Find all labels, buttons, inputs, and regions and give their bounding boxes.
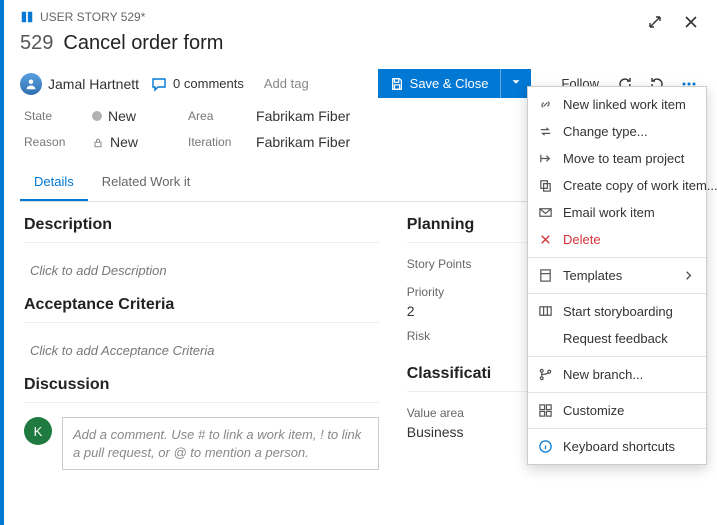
link-icon [538, 97, 553, 112]
reason-field[interactable]: New [92, 134, 138, 150]
state-field[interactable]: New [92, 108, 136, 124]
chevron-down-icon [509, 75, 523, 89]
current-user-avatar: K [24, 417, 52, 445]
work-item-id: 529 [20, 32, 53, 55]
avatar [20, 73, 42, 95]
delete-icon [538, 232, 553, 247]
move-icon [538, 151, 553, 166]
menu-change-type[interactable]: Change type... [528, 118, 706, 145]
menu-move[interactable]: Move to team project [528, 145, 706, 172]
menu-delete[interactable]: Delete [528, 226, 706, 253]
iteration-field[interactable]: Fabrikam Fiber [256, 134, 350, 150]
lock-icon [92, 137, 104, 149]
menu-customize[interactable]: Customize [528, 397, 706, 424]
restore-icon[interactable] [643, 10, 667, 34]
add-tag-button[interactable]: Add tag [256, 72, 317, 95]
description-heading: Description [24, 216, 379, 234]
menu-templates[interactable]: Templates [528, 262, 706, 289]
discussion-heading: Discussion [24, 376, 379, 394]
actions-menu: New linked work item Change type... Move… [527, 86, 707, 465]
save-icon [390, 77, 404, 91]
discussion-input[interactable]: Add a comment. Use # to link a work item… [62, 417, 379, 470]
work-item-type: USER STORY 529* [20, 10, 701, 24]
chevron-right-icon [681, 268, 696, 283]
info-icon [538, 439, 553, 454]
work-item-title[interactable]: Cancel order form [63, 32, 223, 55]
comment-icon [151, 76, 167, 92]
area-field[interactable]: Fabrikam Fiber [256, 108, 350, 124]
assigned-to[interactable]: Jamal Hartnett [20, 73, 139, 95]
branch-icon [538, 367, 553, 382]
menu-copy[interactable]: Create copy of work item... [528, 172, 706, 199]
board-icon [538, 304, 553, 319]
assignee-name: Jamal Hartnett [48, 76, 139, 92]
menu-storyboard[interactable]: Start storyboarding [528, 298, 706, 325]
acceptance-field[interactable]: Click to add Acceptance Criteria [24, 337, 379, 376]
template-icon [538, 268, 553, 283]
acceptance-heading: Acceptance Criteria [24, 296, 379, 314]
tab-related[interactable]: Related Work it [88, 164, 205, 201]
type-label: USER STORY 529* [40, 10, 145, 24]
menu-new-linked[interactable]: New linked work item [528, 91, 706, 118]
menu-shortcuts[interactable]: Keyboard shortcuts [528, 433, 706, 460]
book-icon [20, 10, 34, 24]
copy-icon [538, 178, 553, 193]
state-label: State [24, 109, 74, 123]
close-icon[interactable] [679, 10, 703, 34]
state-dot-icon [92, 111, 102, 121]
reason-label: Reason [24, 135, 74, 149]
swap-icon [538, 124, 553, 139]
iteration-label: Iteration [188, 135, 238, 149]
grid-icon [538, 403, 553, 418]
save-button[interactable]: Save & Close [378, 69, 501, 98]
area-label: Area [188, 109, 238, 123]
mail-icon [538, 205, 553, 220]
tab-details[interactable]: Details [20, 164, 88, 201]
description-field[interactable]: Click to add Description [24, 257, 379, 296]
save-label: Save & Close [410, 76, 489, 91]
comments-button[interactable]: 0 comments [151, 76, 244, 92]
menu-feedback[interactable]: Request feedback [528, 325, 706, 352]
menu-email[interactable]: Email work item [528, 199, 706, 226]
comments-count: 0 comments [173, 76, 244, 91]
menu-branch[interactable]: New branch... [528, 361, 706, 388]
